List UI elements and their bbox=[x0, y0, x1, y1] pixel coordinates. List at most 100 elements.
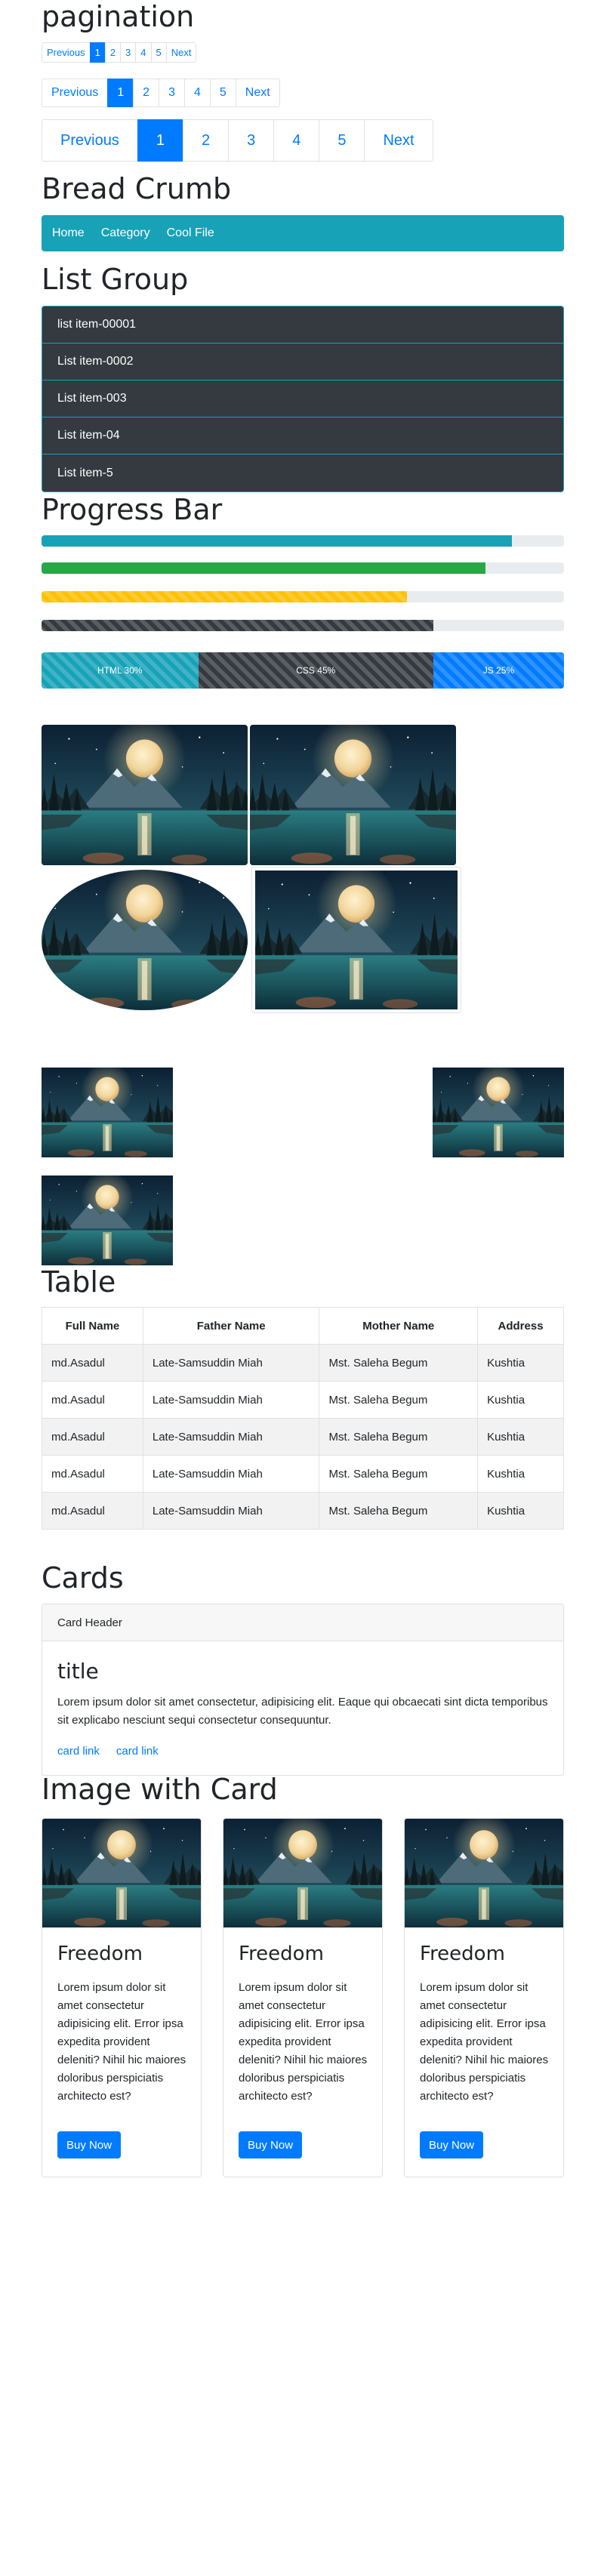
page-next-button[interactable]: Next bbox=[235, 79, 280, 107]
page-next-button[interactable]: Next bbox=[165, 42, 197, 63]
page-3-button[interactable]: 3 bbox=[228, 119, 275, 162]
table-cell: md.Asadul bbox=[42, 1455, 143, 1493]
progress-fill bbox=[42, 591, 408, 602]
table-row: md.Asadul Late-Samsuddin Miah Mst. Saleha … bbox=[42, 1381, 564, 1419]
table-row: md.Asadul Late-Samsuddin Miah Mst. Saleha … bbox=[42, 1418, 564, 1456]
table-header-cell: Address bbox=[477, 1307, 564, 1345]
page-prev-button[interactable]: Previous bbox=[42, 79, 109, 107]
table-cell: Late-Samsuddin Miah bbox=[142, 1381, 320, 1419]
page-1-button[interactable]: 1 bbox=[107, 79, 134, 107]
page-4-button[interactable]: 4 bbox=[273, 119, 320, 162]
page-next-button[interactable]: Next bbox=[364, 119, 433, 162]
table-cell: Mst. Saleha Begum bbox=[319, 1492, 479, 1530]
image-card-3: Freedom Lorem ipsum dolor sit amet consec… bbox=[404, 1818, 564, 2177]
table-cell: Kushtia bbox=[477, 1492, 564, 1530]
landscape-image-small bbox=[42, 1176, 173, 1265]
table-cell: md.Asadul bbox=[42, 1418, 143, 1456]
data-table: Full Name Father Name Mother Name Address m… bbox=[42, 1307, 564, 1530]
list-group-item-3: List item-003 bbox=[42, 381, 563, 418]
table-cell: Kushtia bbox=[477, 1381, 564, 1419]
table-heading: Table bbox=[42, 1265, 116, 1299]
landscape-image-2 bbox=[250, 725, 456, 865]
table-cell: Kushtia bbox=[477, 1344, 564, 1382]
list-group-item-2: List item-0002 bbox=[42, 344, 563, 381]
card-link-1[interactable]: card link bbox=[57, 1745, 100, 1758]
table-cell: Mst. Saleha Begum bbox=[319, 1455, 479, 1493]
image-card-text: Lorem ipsum dolor sit amet consectetur a… bbox=[57, 1981, 186, 2103]
list-group-heading: List Group bbox=[42, 263, 189, 296]
breadcrumb-heading: Bread Crumb bbox=[42, 172, 232, 205]
table-cell: md.Asadul bbox=[42, 1492, 143, 1530]
landscape-image-float-left bbox=[42, 1068, 173, 1157]
breadcrumb-item-3[interactable]: Cool File bbox=[167, 226, 214, 240]
image-card-1: Freedom Lorem ipsum dolor sit amet consec… bbox=[42, 1818, 202, 2177]
card-image bbox=[405, 1819, 563, 1927]
buy-now-button[interactable]: Buy Now bbox=[239, 2131, 303, 2158]
pagination-small: Previous 1 2 3 4 5 Next bbox=[42, 42, 197, 63]
table-row: md.Asadul Late-Samsuddin Miah Mst. Saleha … bbox=[42, 1492, 564, 1530]
table-cell: md.Asadul bbox=[42, 1381, 143, 1419]
list-group-item-1: list item-00001 bbox=[42, 307, 563, 344]
page-2-button[interactable]: 2 bbox=[182, 119, 230, 162]
list-group-item-4: List item-04 bbox=[42, 418, 563, 454]
table-header-cell: Father Name bbox=[142, 1307, 320, 1345]
table-cell: Kushtia bbox=[477, 1455, 564, 1493]
page-5-button[interactable]: 5 bbox=[150, 42, 167, 63]
table-cell: Kushtia bbox=[477, 1418, 564, 1456]
cards-heading: Cards bbox=[42, 1561, 124, 1595]
pagination-heading: pagination bbox=[42, 0, 195, 33]
page-prev-button[interactable]: Previous bbox=[42, 119, 138, 162]
breadcrumb: Home Category Cool File bbox=[42, 215, 564, 251]
table-row: md.Asadul Late-Samsuddin Miah Mst. Saleha … bbox=[42, 1344, 564, 1382]
page-4-button[interactable]: 4 bbox=[135, 42, 152, 63]
table-cell: Late-Samsuddin Miah bbox=[142, 1492, 320, 1530]
table-row: md.Asadul Late-Samsuddin Miah Mst. Saleha … bbox=[42, 1455, 564, 1493]
image-cards-heading: Image with Card bbox=[42, 1773, 278, 1806]
page-prev-button[interactable]: Previous bbox=[42, 42, 91, 63]
image-card-text: Lorem ipsum dolor sit amet consectetur a… bbox=[239, 1981, 368, 2103]
stacked-segment-2: CSS 45% bbox=[198, 652, 433, 689]
progress-bar-3 bbox=[42, 591, 564, 602]
list-group: list item-00001 List item-0002 List item-0… bbox=[42, 306, 564, 492]
pagination-large: Previous 1 2 3 4 5 Next bbox=[42, 119, 433, 162]
table-cell: Late-Samsuddin Miah bbox=[142, 1418, 320, 1456]
image-card-text: Lorem ipsum dolor sit amet consectetur a… bbox=[420, 1981, 549, 2103]
landscape-image-thumbnail bbox=[251, 867, 461, 1013]
table-cell: md.Asadul bbox=[42, 1344, 143, 1382]
table-cell: Late-Samsuddin Miah bbox=[142, 1455, 320, 1493]
card-header: Card Header bbox=[42, 1604, 563, 1641]
image-card-2: Freedom Lorem ipsum dolor sit amet consec… bbox=[223, 1818, 383, 2177]
table-header-cell: Full Name bbox=[42, 1307, 143, 1345]
breadcrumb-item-1[interactable]: Home bbox=[52, 226, 85, 240]
page-1-button[interactable]: 1 bbox=[89, 42, 106, 63]
progress-bar-1 bbox=[42, 535, 564, 547]
breadcrumb-item-2[interactable]: Category bbox=[101, 226, 150, 240]
table-header-cell: Mother Name bbox=[319, 1307, 479, 1345]
stacked-segment-1: HTML 30% bbox=[42, 652, 199, 689]
progress-bar-4 bbox=[42, 620, 564, 631]
text-card: Card Header title Lorem ipsum dolor sit … bbox=[42, 1604, 564, 1776]
page-3-button[interactable]: 3 bbox=[159, 79, 185, 107]
progress-fill bbox=[42, 620, 433, 631]
image-card-title: Freedom bbox=[57, 1943, 143, 1965]
page-3-button[interactable]: 3 bbox=[120, 42, 137, 63]
page-1-button[interactable]: 1 bbox=[137, 119, 183, 162]
page-2-button[interactable]: 2 bbox=[104, 42, 122, 63]
image-card-title: Freedom bbox=[239, 1943, 324, 1965]
list-group-item-5: List item-5 bbox=[57, 466, 113, 479]
page-5-button[interactable]: 5 bbox=[209, 79, 236, 107]
buy-now-button[interactable]: Buy Now bbox=[420, 2131, 484, 2158]
card-text: Lorem ipsum dolor sit amet consectetur, … bbox=[57, 1696, 548, 1727]
progress-bar-2 bbox=[42, 562, 564, 574]
stacked-progress-bar: HTML 30% CSS 45% JS 25% bbox=[42, 652, 564, 689]
landscape-image-1 bbox=[42, 725, 248, 865]
card-link-2[interactable]: card link bbox=[116, 1745, 159, 1758]
buy-now-button[interactable]: Buy Now bbox=[57, 2131, 122, 2158]
card-title: title bbox=[57, 1659, 99, 1684]
page-2-button[interactable]: 2 bbox=[133, 79, 160, 107]
card-image bbox=[223, 1819, 382, 1927]
table-cell: Mst. Saleha Begum bbox=[319, 1418, 479, 1456]
page-4-button[interactable]: 4 bbox=[183, 79, 211, 107]
page-5-button[interactable]: 5 bbox=[319, 119, 365, 162]
landscape-image-float-right bbox=[433, 1068, 564, 1157]
